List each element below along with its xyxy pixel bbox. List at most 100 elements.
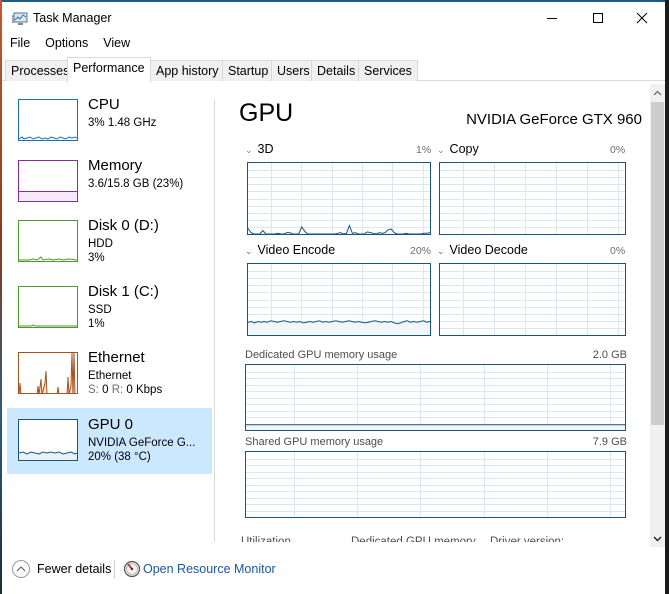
tab-startup[interactable]: Startup — [222, 60, 275, 81]
tab-details[interactable]: Details — [311, 60, 362, 81]
footer-bar: Fewer details Open Resource Monitor — [2, 554, 665, 586]
task-manager-app-icon — [12, 12, 28, 26]
graph-area-fill — [248, 320, 430, 335]
tab-app-history[interactable]: App history — [150, 60, 225, 81]
graph-dedicated-memory-svg — [246, 365, 625, 430]
sidebar-item-name: Disk 0 (D:) — [88, 217, 159, 234]
sidebar-item-throughput: S: 0 R: 0 Kbps — [88, 384, 162, 396]
stat-dedicated-memory-label: Dedicated GPU memory — [351, 536, 476, 542]
chevron-down-icon: ⌄ — [245, 145, 253, 155]
graph-video-encode-svg — [248, 264, 430, 335]
sidebar-item-memory[interactable]: Memory 3.6/15.8 GB (23%) — [7, 149, 212, 215]
graph-shared-memory — [245, 451, 626, 518]
disk0-thumbnail-graph — [18, 220, 78, 262]
sidebar-item-name: GPU 0 — [88, 416, 134, 433]
memory-thumbnail-graph — [18, 160, 78, 202]
chevron-down-icon: ⌄ — [437, 145, 445, 155]
send-value: 0 — [102, 384, 109, 396]
resource-monitor-icon — [123, 560, 141, 578]
sidebar-item-usage: 3% — [88, 252, 105, 264]
sidebar-item-name: Disk 1 (C:) — [88, 283, 159, 300]
desktop-background-right — [665, 0, 669, 594]
menu-view[interactable]: View — [103, 34, 130, 54]
sidebar-item-gpu-0[interactable]: GPU 0 NVIDIA GeForce G... 20% (38 °C) — [7, 408, 212, 474]
engine-label: 3D — [257, 142, 274, 156]
chevron-up-icon — [653, 90, 662, 95]
sidebar-item-detail: HDD — [88, 238, 113, 250]
sidebar-item-usage: 20% (38 °C) — [88, 451, 151, 463]
stat-driver-version-label: Driver version: — [490, 536, 565, 542]
dedicated-memory-label: Dedicated GPU memory usage — [245, 349, 398, 361]
tab-performance[interactable]: Performance — [67, 57, 151, 82]
scroll-down-button[interactable] — [650, 530, 665, 547]
stat-utilization-label: Utilization — [241, 536, 291, 542]
ethernet-thumbnail-line — [19, 353, 76, 393]
graph-series-line — [248, 224, 430, 234]
engine-selector-video-decode[interactable]: ⌄ Video Decode — [437, 243, 528, 257]
minimize-icon — [547, 18, 557, 19]
sidebar-item-disk-0[interactable]: Disk 0 (D:) HDD 3% — [7, 209, 212, 275]
window-title: Task Manager — [33, 11, 112, 25]
sidebar-item-name: Memory — [88, 157, 143, 174]
tab-processes[interactable]: Processes — [5, 60, 76, 81]
graph-video-decode-svg — [440, 264, 625, 335]
sidebar-item-detail: 3.6/15.8 GB (23%) — [88, 178, 184, 190]
sidebar-item-disk-1[interactable]: Disk 1 (C:) SSD 1% — [7, 275, 212, 341]
menu-options[interactable]: Options — [45, 34, 88, 54]
sidebar-divider — [214, 100, 215, 542]
engine-percent: 20% — [410, 245, 432, 257]
sidebar-item-name: Ethernet — [88, 349, 145, 366]
gpu-model-name: NVIDIA GeForce GTX 960 — [466, 111, 642, 128]
graph-shared-memory-svg — [246, 452, 625, 517]
engine-selector-video-encode[interactable]: ⌄ Video Encode — [245, 243, 335, 257]
sidebar-item-detail: NVIDIA GeForce G... — [88, 437, 196, 449]
tab-users[interactable]: Users — [271, 60, 316, 81]
chevron-down-icon: ⌄ — [437, 246, 445, 256]
close-button[interactable] — [622, 2, 662, 34]
memory-usage-fill — [246, 424, 625, 430]
sidebar-item-ethernet[interactable]: Ethernet Ethernet S: 0 R: 0 Kbps — [7, 341, 212, 407]
sidebar-item-detail: 3% 1.48 GHz — [88, 117, 157, 129]
minimize-button[interactable] — [532, 2, 572, 34]
receive-value: 0 Kbps — [126, 384, 163, 396]
scrollbar-thumb[interactable] — [651, 102, 664, 425]
fewer-details-toggle[interactable] — [12, 560, 30, 578]
receive-label: R: — [111, 384, 124, 396]
cpu-thumbnail-graph — [18, 99, 78, 141]
footer-separator — [114, 560, 115, 578]
graph-3d-svg — [248, 163, 430, 234]
sidebar-item-name: CPU — [88, 96, 120, 113]
tab-services[interactable]: Services — [358, 60, 418, 81]
sidebar-item-usage: 1% — [88, 318, 105, 330]
chevron-down-icon: ⌄ — [245, 246, 253, 256]
chevron-up-icon — [16, 566, 26, 572]
ethernet-thumbnail-graph — [18, 352, 78, 394]
chevron-down-icon — [653, 536, 662, 541]
engine-selector-3d[interactable]: ⌄ 3D — [245, 142, 274, 156]
task-manager-window: Task Manager File Options View Processes… — [2, 2, 665, 594]
sidebar-item-cpu[interactable]: CPU 3% 1.48 GHz — [7, 88, 212, 154]
gpu-thumbnail-line — [19, 451, 77, 460]
cpu-thumbnail-line — [19, 136, 77, 140]
graph-video-encode — [247, 263, 431, 336]
send-label: S: — [88, 384, 99, 396]
graph-copy — [439, 162, 626, 235]
open-resource-monitor-link[interactable]: Open Resource Monitor — [143, 562, 276, 576]
engine-label: Video Encode — [257, 243, 336, 257]
gpu-title: GPU — [239, 99, 294, 127]
performance-sidebar: CPU 3% 1.48 GHz Memory 3.6/15.8 GB (23%)… — [2, 82, 214, 542]
fewer-details-button[interactable]: Fewer details — [37, 562, 111, 576]
dedicated-memory-max: 2.0 GB — [592, 349, 627, 361]
engine-selector-copy[interactable]: ⌄ Copy — [437, 142, 479, 156]
graph-copy-svg — [440, 163, 625, 234]
shared-memory-max: 7.9 GB — [592, 436, 627, 448]
title-bar[interactable]: Task Manager — [2, 2, 665, 34]
gpu-detail-pane: GPU NVIDIA GeForce GTX 960 ⌄ 3D 1% ⌄ Copy … — [217, 82, 647, 542]
scroll-up-button[interactable] — [650, 84, 665, 101]
gpu-thumbnail-graph — [18, 419, 78, 461]
maximize-icon — [593, 13, 603, 23]
menu-file[interactable]: File — [10, 34, 30, 54]
sidebar-item-detail: Ethernet — [88, 370, 132, 382]
vertical-scrollbar[interactable] — [650, 84, 665, 547]
maximize-button[interactable] — [578, 2, 618, 34]
